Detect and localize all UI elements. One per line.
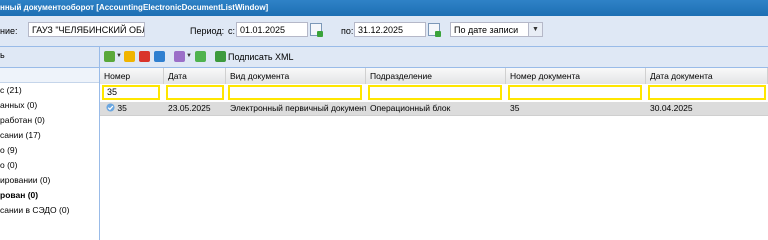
grid-toolbar: ▼ ▼ Подписать XML: [100, 47, 768, 68]
date-mode-value: По дате записи: [454, 25, 519, 35]
status-item[interactable]: анных (0): [0, 98, 99, 113]
to-label: по:: [341, 26, 354, 36]
filter-department-input[interactable]: [368, 85, 502, 100]
date-from-field[interactable]: 01.01.2025: [236, 22, 308, 37]
date-mode-select[interactable]: По дате записи ▼: [450, 22, 543, 37]
documents-grid: Номер Дата Вид документа Подразделение Н…: [100, 68, 768, 240]
cell-doc-date: 30.04.2025: [650, 103, 693, 113]
column-header-date[interactable]: Дата: [164, 68, 226, 84]
column-header-doc-date[interactable]: Дата документа: [646, 68, 768, 84]
status-item[interactable]: с (21): [0, 83, 99, 98]
cell-number-value: 35: [117, 103, 127, 113]
status-tree-panel: ь с (21) анных (0) работан (0) сании (17…: [0, 47, 100, 240]
check-badge-icon: [106, 103, 115, 112]
print-icon[interactable]: [174, 51, 185, 62]
status-tree-header: ь: [0, 47, 99, 68]
filter-bar: ние: ГАУЗ "ЧЕЛЯБИНСКИЙ ОБЛАСТНО Период: …: [0, 16, 768, 47]
copy-icon[interactable]: [154, 51, 165, 62]
grid-header: Номер Дата Вид документа Подразделение Н…: [100, 68, 768, 85]
date-from-calendar-icon[interactable]: [309, 22, 323, 37]
status-item[interactable]: о (9): [0, 143, 99, 158]
organization-field[interactable]: ГАУЗ "ЧЕЛЯБИНСКИЙ ОБЛАСТНО: [28, 22, 145, 37]
status-item[interactable]: о (0): [0, 158, 99, 173]
edit-icon[interactable]: [124, 51, 135, 62]
cell-number: 35: [102, 102, 164, 115]
filter-number-input[interactable]: 35: [102, 85, 160, 100]
status-tree-subheader: [0, 68, 99, 83]
filter-doc-date-input[interactable]: [648, 85, 766, 100]
column-header-department[interactable]: Подразделение: [366, 68, 506, 84]
refresh-icon[interactable]: [195, 51, 206, 62]
sign-xml-button[interactable]: Подписать XML: [228, 52, 294, 62]
filter-doc-number-input[interactable]: [508, 85, 642, 100]
filter-row: 35: [100, 84, 768, 101]
status-item-selected[interactable]: рован (0): [0, 188, 99, 203]
chevron-down-icon[interactable]: ▼: [528, 23, 542, 36]
cell-doc-type: Электронный первичный документ: [230, 103, 366, 113]
cell-doc-number: 35: [510, 103, 520, 113]
period-label: Период:: [190, 26, 225, 36]
column-header-number[interactable]: Номер: [100, 68, 164, 84]
add-icon[interactable]: [104, 51, 115, 62]
date-to-field[interactable]: 31.12.2025: [354, 22, 426, 37]
filter-doc-type-input[interactable]: [228, 85, 362, 100]
cell-department: Операционный блок: [370, 103, 451, 113]
filter-date-input[interactable]: [166, 85, 224, 100]
cell-date: 23.05.2025: [168, 103, 211, 113]
delete-icon[interactable]: [139, 51, 150, 62]
status-item[interactable]: работан (0): [0, 113, 99, 128]
column-header-doc-number[interactable]: Номер документа: [506, 68, 646, 84]
sign-xml-icon[interactable]: [215, 51, 226, 62]
status-item[interactable]: сании (17): [0, 128, 99, 143]
add-dropdown-arrow-icon[interactable]: ▼: [116, 53, 122, 59]
from-label: с:: [228, 26, 236, 36]
print-dropdown-arrow-icon[interactable]: ▼: [186, 53, 192, 59]
window-title-bar: нный документооборот [AccountingElectron…: [0, 0, 768, 16]
window-title: нный документооборот [AccountingElectron…: [0, 3, 269, 12]
table-row[interactable]: 35 23.05.2025 Электронный первичный доку…: [100, 102, 768, 116]
status-item[interactable]: ировании (0): [0, 173, 99, 188]
status-item[interactable]: сании в СЭДО (0): [0, 203, 99, 218]
date-to-calendar-icon[interactable]: [427, 22, 441, 37]
column-header-doc-type[interactable]: Вид документа: [226, 68, 366, 84]
organization-label: ние:: [0, 26, 18, 36]
